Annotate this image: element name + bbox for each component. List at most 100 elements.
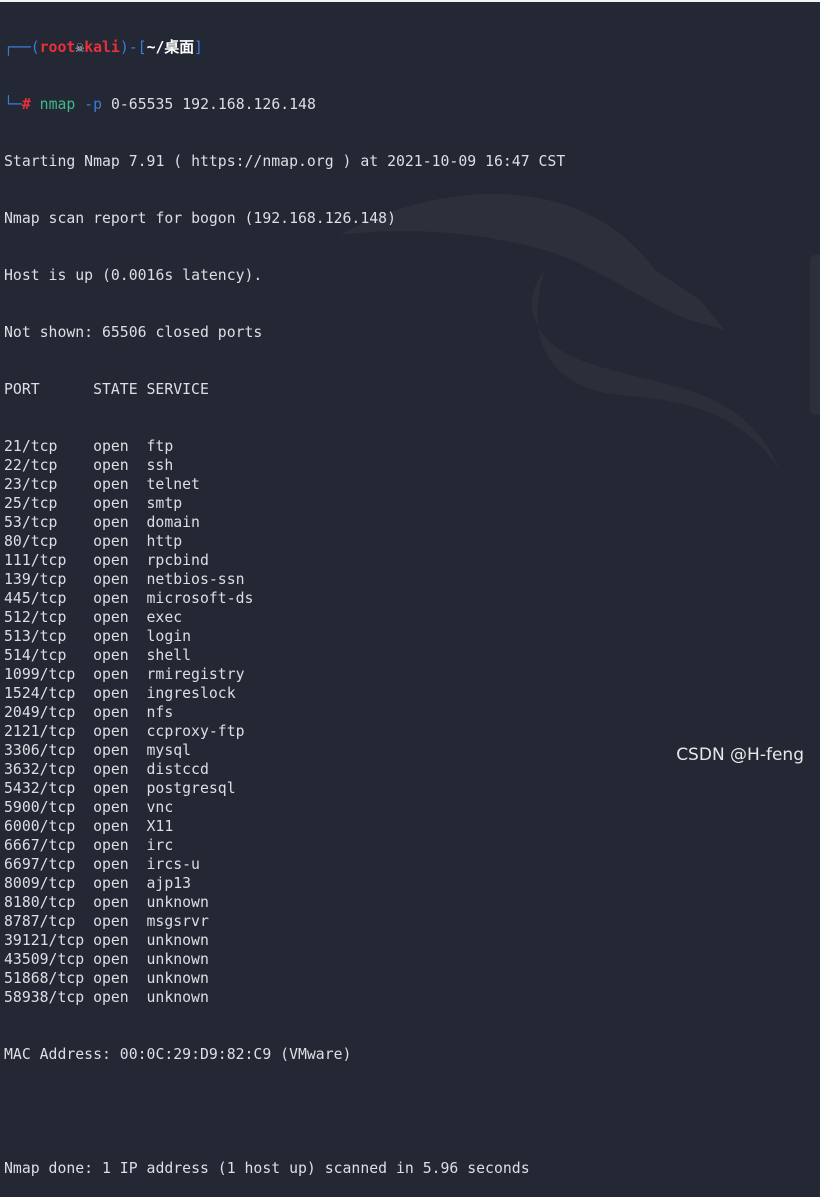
port-row: 513/tcp open login — [4, 627, 565, 646]
port-service: shell — [146, 647, 192, 664]
port-port: 1524/tcp — [4, 685, 76, 702]
port-state: open — [93, 913, 129, 930]
csdn-watermark: CSDN @H-feng — [676, 745, 804, 765]
port-state: open — [93, 799, 129, 816]
port-row: 5900/tcp open vnc — [4, 798, 565, 817]
port-port: 58938/tcp — [4, 989, 85, 1006]
port-state: open — [93, 552, 129, 569]
port-service: http — [146, 533, 183, 550]
prompt-user: root — [39, 39, 76, 56]
port-service: rmiregistry — [146, 666, 245, 683]
port-state: open — [93, 723, 129, 740]
terminal-output: ┌──(root☠kali)-[~/桌面] └─# nmap -p 0-6553… — [4, 0, 565, 1197]
prompt-line-2: └─# nmap -p 0-65535 192.168.126.148 — [4, 96, 316, 113]
port-service: ssh — [146, 457, 174, 474]
port-state: open — [93, 476, 129, 493]
port-port: 6697/tcp — [4, 856, 76, 873]
port-row: 3632/tcp open distccd — [4, 760, 565, 779]
port-service: unknown — [146, 989, 209, 1006]
port-port: 25/tcp — [4, 495, 58, 512]
header-service: SERVICE — [146, 381, 209, 398]
port-state: open — [93, 742, 129, 759]
host-up-line: Host is up (0.0016s latency). — [4, 267, 263, 284]
port-service: login — [146, 628, 192, 645]
prompt-line-1: ┌──(root☠kali)-[~/桌面] — [4, 39, 203, 56]
port-service: ingreslock — [146, 685, 236, 702]
port-port: 6667/tcp — [4, 837, 76, 854]
port-row: 6697/tcp open ircs-u — [4, 855, 565, 874]
port-state: open — [93, 666, 129, 683]
prompt-cwd: ~/桌面 — [146, 39, 194, 56]
port-state: open — [93, 761, 129, 778]
port-state: open — [93, 609, 129, 626]
port-service: unknown — [146, 932, 209, 949]
port-service: netbios-ssn — [146, 571, 245, 588]
port-port: 513/tcp — [4, 628, 67, 645]
port-port: 1099/tcp — [4, 666, 76, 683]
port-row: 8009/tcp open ajp13 — [4, 874, 565, 893]
port-port: 43509/tcp — [4, 951, 85, 968]
port-service: X11 — [146, 818, 174, 835]
prompt-host: kali — [84, 39, 120, 56]
port-service: rpcbind — [146, 552, 209, 569]
port-service: mysql — [146, 742, 192, 759]
port-row: 51868/tcp open unknown — [4, 969, 565, 988]
port-row: 39121/tcp open unknown — [4, 931, 565, 950]
mac-line: MAC Address: 00:0C:29:D9:82:C9 (VMware) — [4, 1046, 352, 1063]
command-args: 0-65535 192.168.126.148 — [110, 96, 316, 113]
port-service: exec — [146, 609, 183, 626]
port-port: 3632/tcp — [4, 761, 76, 778]
port-row: 6000/tcp open X11 — [4, 817, 565, 836]
starting-line: Starting Nmap 7.91 ( https://nmap.org ) … — [4, 153, 566, 170]
port-service: vnc — [146, 799, 174, 816]
port-service: domain — [146, 514, 200, 531]
port-port: 5432/tcp — [4, 780, 76, 797]
port-row: 58938/tcp open unknown — [4, 988, 565, 1007]
port-service: microsoft-ds — [146, 590, 254, 607]
port-state: open — [93, 989, 129, 1006]
header-state: STATE — [93, 381, 138, 398]
port-state: open — [93, 932, 129, 949]
port-service: distccd — [146, 761, 209, 778]
port-state: open — [93, 457, 129, 474]
port-port: 51868/tcp — [4, 970, 85, 987]
port-state: open — [93, 495, 129, 512]
port-row: 25/tcp open smtp — [4, 494, 565, 513]
port-state: open — [93, 685, 129, 702]
port-port: 2049/tcp — [4, 704, 76, 721]
port-row: 6667/tcp open irc — [4, 836, 565, 855]
port-row: 2121/tcp open ccproxy-ftp — [4, 722, 565, 741]
header-port: PORT — [4, 381, 40, 398]
port-port: 39121/tcp — [4, 932, 85, 949]
port-port: 8180/tcp — [4, 894, 76, 911]
port-service: ircs-u — [146, 856, 200, 873]
port-row: 8180/tcp open unknown — [4, 893, 565, 912]
report-line: Nmap scan report for bogon (192.168.126.… — [4, 210, 396, 227]
prompt-symbol: # — [21, 96, 31, 113]
port-port: 22/tcp — [4, 457, 58, 474]
port-service: unknown — [146, 951, 209, 968]
port-service: unknown — [146, 894, 209, 911]
port-service: nfs — [146, 704, 174, 721]
port-row: 514/tcp open shell — [4, 646, 565, 665]
port-service: irc — [146, 837, 174, 854]
port-service: unknown — [146, 970, 209, 987]
port-port: 512/tcp — [4, 609, 67, 626]
port-state: open — [93, 875, 129, 892]
port-row: 1099/tcp open rmiregistry — [4, 665, 565, 684]
port-state: open — [93, 590, 129, 607]
port-row: 22/tcp open ssh — [4, 456, 565, 475]
port-row: 111/tcp open rpcbind — [4, 551, 565, 570]
port-row: 5432/tcp open postgresql — [4, 779, 565, 798]
port-port: 80/tcp — [4, 533, 58, 550]
port-state: open — [93, 837, 129, 854]
port-port: 5900/tcp — [4, 799, 76, 816]
port-service: ajp13 — [146, 875, 192, 892]
port-service: ccproxy-ftp — [146, 723, 245, 740]
port-port: 2121/tcp — [4, 723, 76, 740]
port-port: 445/tcp — [4, 590, 67, 607]
port-state: open — [93, 514, 129, 531]
port-table: 21/tcp open ftp 22/tcp open ssh 23/tcp open teln… — [4, 437, 565, 1007]
port-port: 21/tcp — [4, 438, 58, 455]
